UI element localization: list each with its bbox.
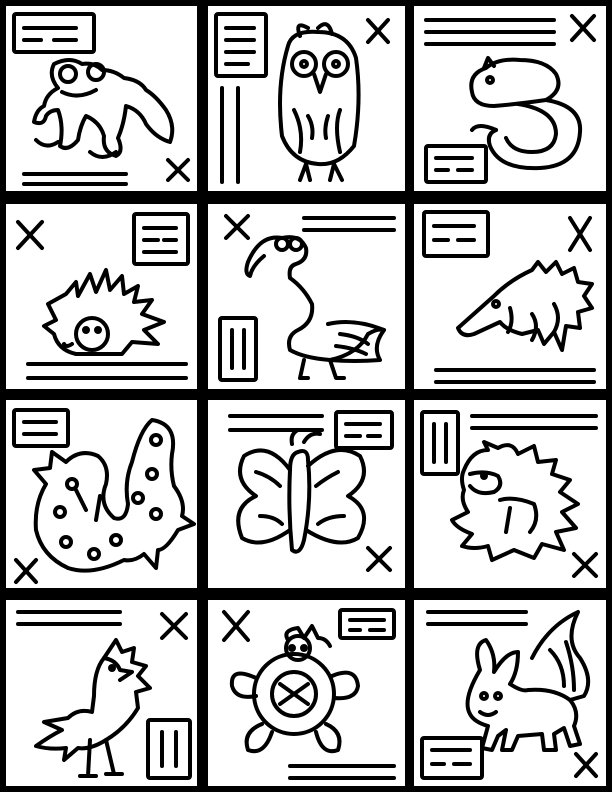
animal-card-sheet <box>0 0 612 792</box>
label-box <box>14 410 68 446</box>
cell-turtle <box>208 600 405 786</box>
bird-icon <box>36 640 150 776</box>
label-box <box>148 720 190 778</box>
cross-icon <box>226 216 248 238</box>
butterfly-icon <box>238 430 364 552</box>
cross-icon <box>224 612 248 640</box>
cross-icon <box>18 222 42 248</box>
cell-bird <box>6 600 197 786</box>
cell-owl <box>208 6 405 191</box>
cell-flamingo <box>208 204 405 389</box>
turtle-icon <box>232 626 358 751</box>
cell-lion <box>414 400 606 588</box>
cross-icon <box>368 548 390 570</box>
label-box <box>424 212 488 256</box>
cross-icon <box>574 554 596 576</box>
frog-icon <box>34 60 172 157</box>
fox-icon <box>468 612 589 750</box>
label-box <box>426 146 486 182</box>
cell-hedgehog <box>6 204 197 389</box>
label-box <box>336 412 392 448</box>
lion-icon <box>452 442 578 560</box>
cross-icon <box>572 16 594 40</box>
label-box <box>216 14 266 76</box>
cross-icon <box>570 218 590 250</box>
cross-icon <box>368 20 388 42</box>
cell-opossum <box>414 204 606 389</box>
cross-icon <box>162 614 186 638</box>
label-box <box>340 610 394 638</box>
owl-icon <box>280 24 359 180</box>
flamingo-icon <box>246 237 384 378</box>
label-box <box>134 214 188 264</box>
salamander-icon <box>34 420 194 571</box>
cell-salamander <box>6 400 197 588</box>
opossum-icon <box>458 262 592 350</box>
cell-snake <box>414 6 606 191</box>
cell-frog <box>6 6 197 191</box>
label-box <box>422 738 482 778</box>
cell-fox <box>414 600 606 786</box>
label-box <box>422 412 458 474</box>
hedgehog-icon <box>44 270 164 354</box>
cell-butterfly <box>208 400 405 588</box>
cross-icon <box>576 754 596 776</box>
label-box <box>14 14 94 52</box>
cross-icon <box>16 560 36 582</box>
cross-icon <box>168 160 188 180</box>
label-box <box>220 318 256 380</box>
